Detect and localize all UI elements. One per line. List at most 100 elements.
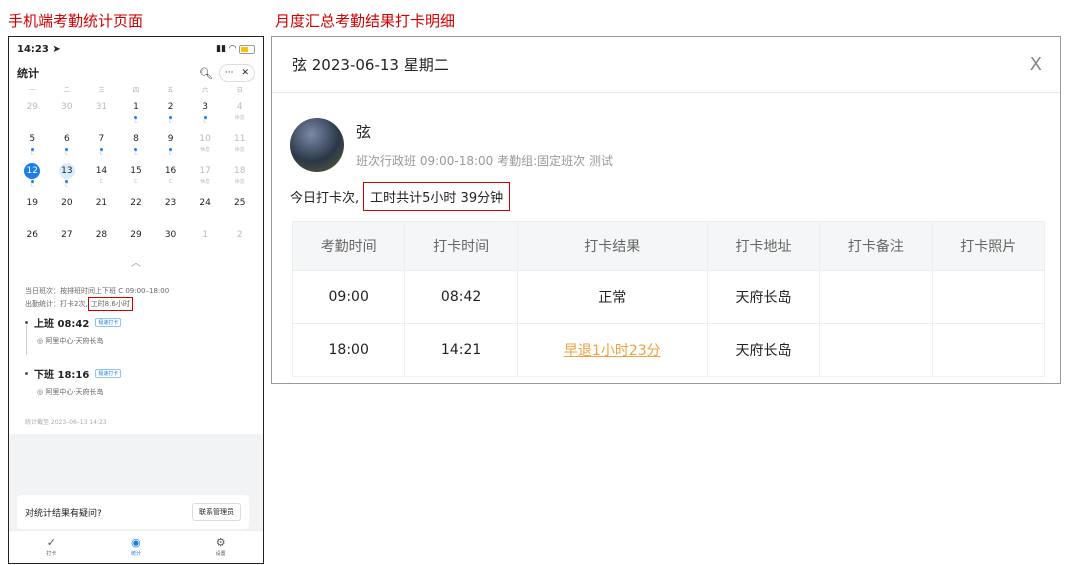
more-button[interactable]: ··· — [225, 68, 234, 78]
calendar-day[interactable]: 4 休息 — [222, 97, 257, 129]
day-status: C — [30, 183, 35, 189]
calendar-day[interactable]: 7C — [84, 129, 119, 161]
punch-photo-cell — [931, 270, 1046, 324]
calendar-day[interactable]: 5C — [15, 129, 50, 161]
calendar-day[interactable]: 16 C — [153, 161, 188, 193]
punch-detail-dialog: 弦 2023-06-13 星期二 X 弦 班次行政班 09:00-18:00 考… — [271, 36, 1061, 384]
punch-tag: 极速打卡 — [95, 318, 122, 327]
day-number: 27 — [61, 230, 73, 240]
punch-label: 上班 08:42 — [34, 319, 90, 330]
question-text: 对统计结果有疑问? — [25, 508, 102, 519]
calendar-day[interactable]: 6C — [50, 129, 85, 161]
day-number: 9 — [167, 134, 174, 144]
stat-time: 统计截至 2023–06–13 14:23 — [25, 419, 107, 426]
dialog-header: 弦 2023-06-13 星期二 X — [272, 37, 1060, 93]
calendar-day[interactable]: 24 — [188, 193, 223, 225]
day-number: 15 — [130, 166, 142, 176]
weekday-label: 五 — [167, 87, 174, 94]
calendar-day[interactable]: 23 — [153, 193, 188, 225]
timeline-line — [26, 325, 27, 355]
day-number: 29 — [26, 102, 38, 112]
avatar — [290, 118, 344, 172]
calendar: 一二三四五六日 29 30 31 1 C 2 C 3 C 4 休息 5 C 6 C 7 C 8 C 9 C 10 休息 11 休… — [9, 85, 263, 281]
calendar-day[interactable]: 13 C — [50, 161, 85, 193]
close-button[interactable]: ✕ — [241, 68, 249, 78]
punch-record: 上班 08:42 极速打卡 ◎ 阿里中心·天府长岛 — [25, 315, 249, 355]
day-status: C — [134, 151, 138, 157]
calendar-day[interactable]: 15 C — [119, 161, 154, 193]
calendar-day[interactable]: 10 休息 — [188, 129, 223, 161]
column-header: 打卡备注 — [819, 221, 933, 271]
collapse-arrow-icon[interactable]: ︿ — [15, 257, 257, 271]
calendar-day[interactable]: 18 休息 — [222, 161, 257, 193]
calendar-day[interactable]: 30 — [50, 97, 85, 129]
day-status: C — [65, 183, 69, 189]
tab-settings[interactable]: ⚙ 设置 — [216, 537, 226, 557]
early-leave-link[interactable]: 早退1小时23分 — [564, 343, 661, 359]
table-row: 09:00 08:42 正常 天府长岛 — [291, 270, 1046, 324]
check-in-icon: ✓ — [46, 536, 56, 549]
calendar-day[interactable]: 14 C — [84, 161, 119, 193]
punch-records-table: 考勤时间 打卡时间 打卡结果 打卡地址 打卡备注 打卡照片 09:00 08:42 正常 天府长… — [291, 221, 1046, 377]
day-number: 3 — [202, 102, 208, 112]
calendar-day[interactable]: 1 — [188, 225, 223, 257]
close-icon[interactable]: X — [1030, 54, 1042, 75]
day-number: 20 — [61, 198, 73, 208]
calendar-day[interactable]: 27 — [50, 225, 85, 257]
table-row: 18:00 14:21 早退1小时23分 天府长岛 — [291, 323, 1046, 377]
calendar-day[interactable]: 20 — [50, 193, 85, 225]
punch-record: 下班 18:16 极速打卡 ◎ 阿里中心·天府长岛 — [25, 366, 249, 397]
calendar-day[interactable]: 28 — [84, 225, 119, 257]
calendar-day[interactable]: 29 — [15, 97, 50, 129]
day-status: C — [99, 151, 104, 157]
day-status: 休息 — [200, 147, 211, 153]
day-number: 30 — [164, 230, 177, 240]
dialog-title: 弦 2023-06-13 星期二 — [292, 56, 449, 74]
day-status: C — [134, 179, 138, 185]
day-number: 2 — [167, 102, 174, 112]
schedule-time-cell: 18:00 — [291, 323, 406, 377]
calendar-day[interactable]: 2 — [222, 225, 257, 257]
calendar-day[interactable]: 9C — [153, 129, 188, 161]
day-number: 17 — [199, 166, 211, 176]
calendar-day[interactable]: 21 — [84, 193, 119, 225]
calendar-day[interactable]: 25 — [222, 193, 257, 225]
calendar-day[interactable]: 30 — [153, 225, 188, 257]
punch-result-cell: 正常 — [516, 270, 708, 324]
tab-check-in[interactable]: ✓ 打卡 — [46, 537, 56, 557]
tab-label: 打卡 — [46, 551, 57, 557]
column-header: 打卡结果 — [516, 221, 708, 271]
day-status: C — [30, 151, 35, 157]
tab-statistics[interactable]: ◉ 统计 — [131, 537, 141, 557]
calendar-day[interactable]: 1C — [119, 97, 154, 129]
today-summary: 今日打卡次, 工时共计5小时 39分钟 — [272, 182, 1060, 211]
day-number: 23 — [164, 198, 177, 208]
day-number: 14 — [95, 166, 108, 176]
day-status: 休息 — [234, 115, 245, 121]
calendar-day[interactable]: 11 休息 — [222, 129, 257, 161]
stat-line: 出勤统计：打卡2次, 工时8.6小时 — [25, 297, 249, 311]
calendar-day[interactable]: 3C — [188, 97, 223, 129]
calendar-day[interactable]: 22 — [119, 193, 154, 225]
calendar-week: 12 C 13 C 14 C 15 C 16 C 17 休息 18 休息 — [15, 161, 257, 193]
punch-main: 上班 08:42 极速打卡 — [25, 315, 249, 330]
location-arrow-icon: ➤ — [52, 43, 61, 55]
day-number: 24 — [199, 198, 211, 208]
calendar-day[interactable]: 19 — [15, 193, 50, 225]
calendar-day[interactable]: 31 — [84, 97, 119, 129]
day-number: 7 — [98, 134, 105, 144]
search-icon[interactable]: 🔍︎ — [199, 67, 213, 80]
day-status: C — [168, 151, 173, 157]
contact-admin-button[interactable]: 联系管理员 — [192, 503, 241, 521]
calendar-day[interactable]: 2C — [153, 97, 188, 129]
day-number: 11 — [233, 134, 246, 144]
calendar-week: 26 27 28 29 30 1 2 — [15, 225, 257, 257]
day-status: C — [168, 179, 173, 185]
calendar-day[interactable]: 26 — [15, 225, 50, 257]
day-status: 休息 — [234, 147, 245, 153]
day-number: 5 — [29, 134, 36, 144]
calendar-day[interactable]: 8C — [119, 129, 154, 161]
calendar-day[interactable]: 17 休息 — [188, 161, 223, 193]
calendar-day[interactable]: 29 — [119, 225, 154, 257]
calendar-day[interactable]: 12 C — [15, 161, 50, 193]
